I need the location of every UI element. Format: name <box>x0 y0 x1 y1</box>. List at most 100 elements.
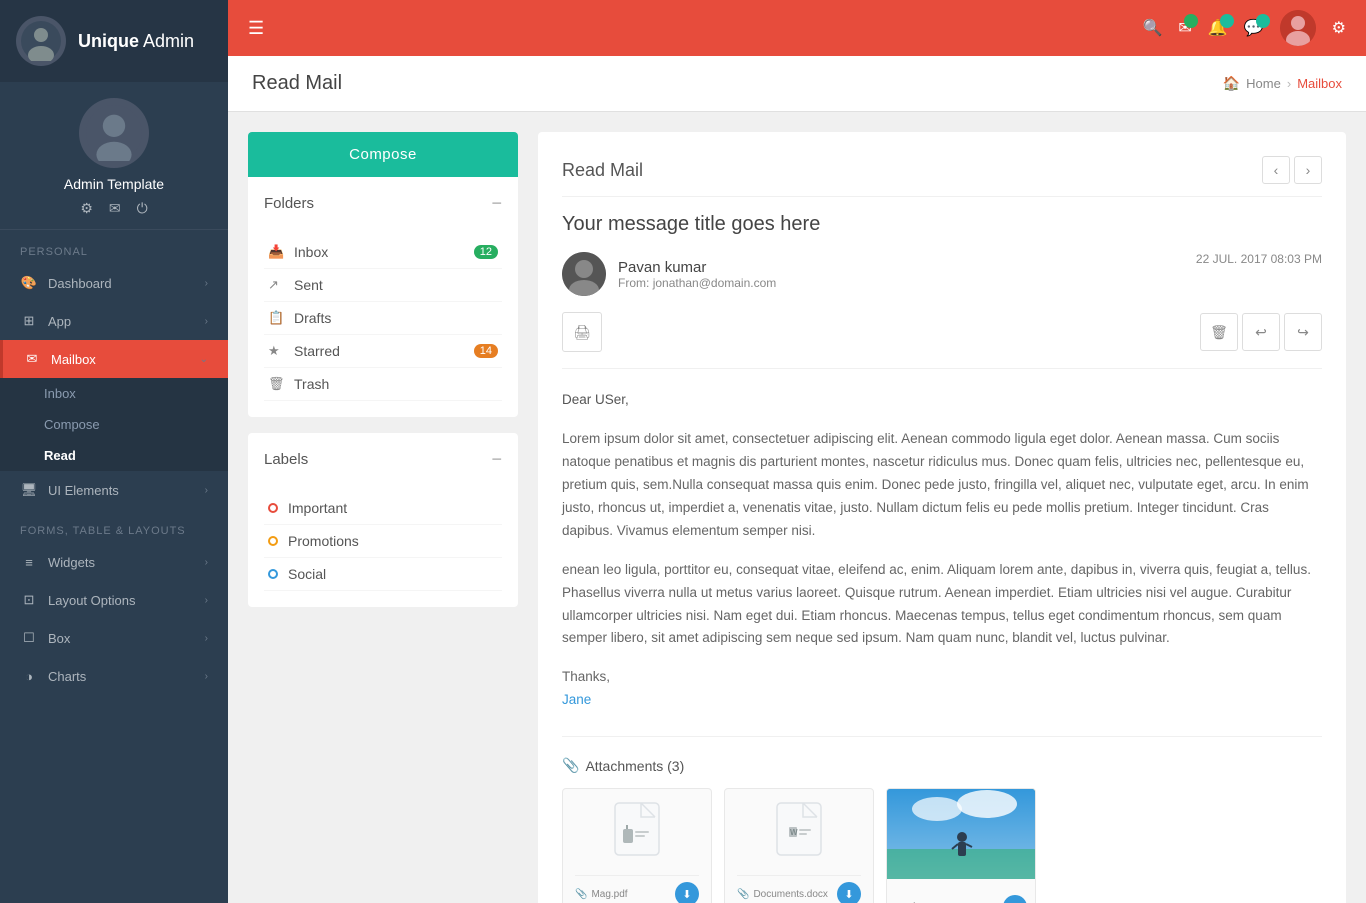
sidebar-item-box[interactable]: ☐ Box › <box>0 619 228 657</box>
attachment-image-footer: 📷 Image.png ⬇ <box>887 895 1035 903</box>
settings-icon[interactable]: ⚙ <box>80 200 93 217</box>
trash-icon: 🗑 <box>268 376 284 392</box>
labels-title: Labels <box>264 451 308 468</box>
mail-icon[interactable]: ✉ <box>109 200 121 217</box>
chevron-right-icon: › <box>205 633 208 644</box>
sidebar-item-mailbox[interactable]: ✉ Mailbox ⌄ <box>0 340 228 378</box>
sidebar-brand: Unique Admin <box>0 0 228 82</box>
folder-trash-label: Trash <box>294 376 329 392</box>
avatar <box>79 98 149 168</box>
labels-header: Labels − <box>264 449 502 478</box>
label-social[interactable]: Social <box>264 558 502 591</box>
sign-off-text: Thanks, <box>562 669 610 684</box>
mail-subject: Your message title goes here <box>562 213 1322 236</box>
image-download-button[interactable]: ⬇ <box>1003 895 1027 903</box>
mail-sign-off: Thanks, Jane <box>562 666 1322 712</box>
widgets-icon: ≡ <box>20 553 38 571</box>
reply-button[interactable]: ↩ <box>1242 313 1280 351</box>
sidebar-brand-text: Unique Admin <box>78 31 194 52</box>
attachments-title-text: Attachments (3) <box>585 758 684 774</box>
mail-actions-bar: 🖨 🗑 ↩ ↪ <box>562 312 1322 369</box>
sidebar-user: Admin Template ⚙ ✉ ⏻ <box>0 82 228 230</box>
sender-email-value: jonathan@domain.com <box>653 276 777 290</box>
folders-panel: Folders − 📥 Inbox 12 ↗ Sent <box>248 177 518 417</box>
chevron-right-icon: › <box>205 595 208 606</box>
inbox-badge: 12 <box>474 245 498 259</box>
submenu-read[interactable]: Read <box>0 440 228 471</box>
mail-topbar-icon[interactable]: ✉ <box>1178 18 1191 38</box>
search-icon[interactable]: 🔍 <box>1142 18 1162 38</box>
power-icon[interactable]: ⏻ <box>137 200 148 217</box>
folder-starred-label: Starred <box>294 343 340 359</box>
sidebar-item-layout-options[interactable]: ⊡ Layout Options › <box>0 581 228 619</box>
folder-drafts[interactable]: 📋 Drafts <box>264 302 502 335</box>
app-icon: ⊞ <box>20 312 38 330</box>
folders-collapse-button[interactable]: − <box>491 193 502 214</box>
sidebar-item-app-label: App <box>48 314 71 329</box>
breadcrumb-home: Home <box>1246 76 1281 91</box>
mailbox-submenu: Inbox Compose Read <box>0 378 228 471</box>
image-preview <box>887 789 1035 879</box>
topbar-avatar[interactable] <box>1280 10 1316 46</box>
notifications-icon[interactable]: 🔔 <box>1208 18 1228 38</box>
forward-button[interactable]: ↪ <box>1284 313 1322 351</box>
chevron-right-icon: › <box>205 316 208 327</box>
label-promotions[interactable]: Promotions <box>264 525 502 558</box>
home-icon: 🏠 <box>1223 75 1240 92</box>
chat-icon[interactable]: 💬 <box>1244 18 1264 38</box>
sidebar-item-app[interactable]: ⊞ App › <box>0 302 228 340</box>
folders-header: Folders − <box>264 193 502 222</box>
pdf-download-button[interactable]: ⬇ <box>675 882 699 903</box>
labels-collapse-button[interactable]: − <box>491 449 502 470</box>
delete-button[interactable]: 🗑 <box>1200 313 1238 351</box>
menu-toggle-button[interactable]: ☰ <box>248 18 264 39</box>
chevron-right-icon: › <box>205 485 208 496</box>
sidebar-item-box-label: Box <box>48 631 70 646</box>
print-button[interactable]: 🖨 <box>562 312 602 352</box>
inbox-icon: 📥 <box>268 244 284 260</box>
compose-button[interactable]: Compose <box>248 132 518 177</box>
sidebar-item-widgets[interactable]: ≡ Widgets › <box>0 543 228 581</box>
folder-sent[interactable]: ↗ Sent <box>264 269 502 302</box>
mail-date: 22 JUL. 2017 08:03 PM <box>1196 252 1322 266</box>
folder-inbox-label: Inbox <box>294 244 328 260</box>
left-panel: Compose Folders − 📥 Inbox 12 <box>248 132 518 607</box>
mailbox-icon: ✉ <box>23 350 41 368</box>
gear-topbar-icon[interactable]: ⚙ <box>1332 18 1346 38</box>
attachment-image-info <box>887 879 1035 895</box>
sidebar-item-charts[interactable]: ◑ Charts › <box>0 657 228 695</box>
sidebar-item-ui-elements[interactable]: 🖥 UI Elements › <box>0 471 228 509</box>
breadcrumb: 🏠 Home › Mailbox <box>1223 75 1342 92</box>
sidebar-logo <box>16 16 66 66</box>
label-important[interactable]: Important <box>264 492 502 525</box>
sidebar-item-dashboard[interactable]: 🎨 Dashboard › <box>0 264 228 302</box>
sender-details: Pavan kumar From: jonathan@domain.com <box>618 259 776 290</box>
sender-avatar <box>562 252 606 296</box>
mail-prev-button[interactable]: ‹ <box>1262 156 1290 184</box>
attachment-image: 📷 Image.png ⬇ 2.67 MB <box>886 788 1036 903</box>
folder-starred[interactable]: ★ Starred 14 <box>264 335 502 368</box>
labels-panel: Labels − Important Promotions Social <box>248 433 518 607</box>
mail-sender-info: Pavan kumar From: jonathan@domain.com <box>562 252 776 296</box>
svg-text:W: W <box>790 828 798 837</box>
submenu-inbox[interactable]: Inbox <box>0 378 228 409</box>
sidebar: Unique Admin Admin Template ⚙ ✉ ⏻ PERSON… <box>0 0 228 903</box>
chevron-right-icon: › <box>205 278 208 289</box>
notifications-badge <box>1220 14 1234 28</box>
submenu-compose[interactable]: Compose <box>0 409 228 440</box>
mail-next-button[interactable]: › <box>1294 156 1322 184</box>
layout-options-icon: ⊡ <box>20 591 38 609</box>
folder-inbox[interactable]: 📥 Inbox 12 <box>264 236 502 269</box>
sidebar-item-layout-options-label: Layout Options <box>48 593 135 608</box>
folder-trash[interactable]: 🗑 Trash <box>264 368 502 401</box>
mail-body-p2: enean leo ligula, porttitor eu, consequa… <box>562 559 1322 651</box>
attachment-docx-name: Documents.docx <box>753 889 827 900</box>
attachment-pdf-footer: 📎 Mag.pdf ⬇ <box>575 875 699 903</box>
social-dot <box>268 569 278 579</box>
docx-download-button[interactable]: ⬇ <box>837 882 861 903</box>
sender-email: From: jonathan@domain.com <box>618 276 776 290</box>
paperclip-icon: 📎 <box>562 757 579 774</box>
topbar: ☰ 🔍 ✉ 🔔 💬 ⚙ <box>228 0 1366 56</box>
sidebar-item-dashboard-label: Dashboard <box>48 276 112 291</box>
sent-icon: ↗ <box>268 277 284 293</box>
